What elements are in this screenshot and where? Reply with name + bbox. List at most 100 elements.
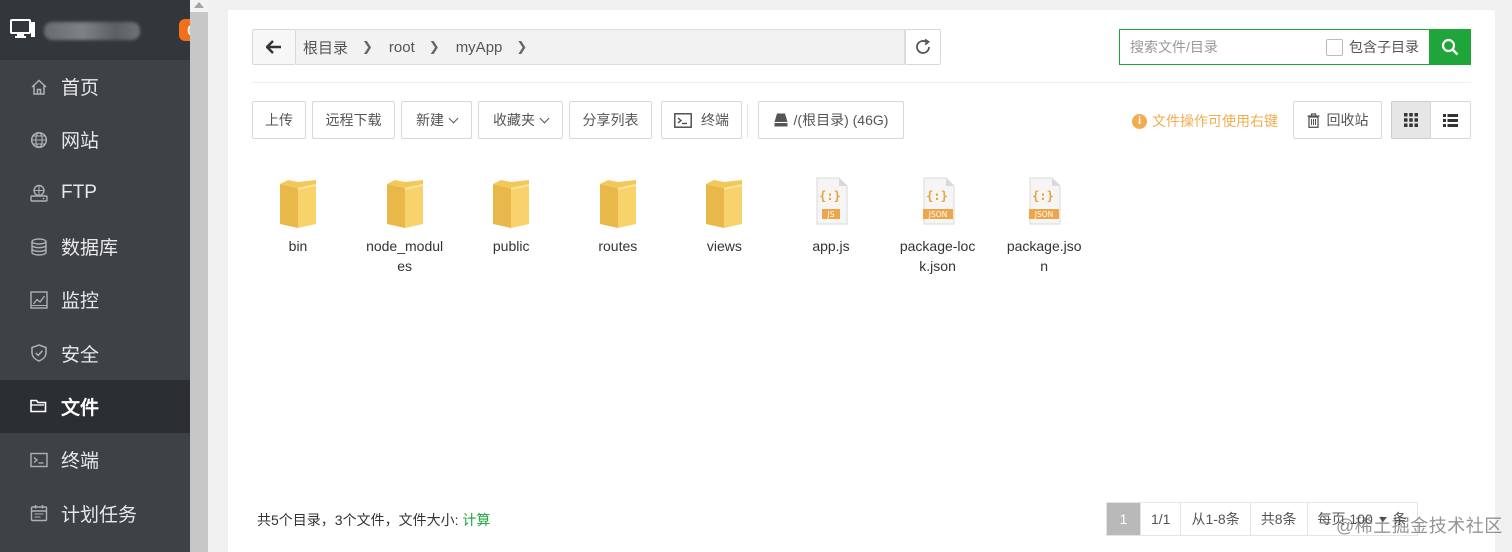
server-monitor-icon	[10, 19, 35, 38]
tip-text: 文件操作可使用右键	[1152, 113, 1278, 129]
sidebar-item[interactable]: 首页	[0, 60, 190, 113]
toolbar-separator	[747, 104, 748, 138]
file-item[interactable]: {:} JSON package-lock.json	[894, 170, 982, 276]
upload-button[interactable]: 上传	[252, 101, 306, 139]
file-name: bin	[288, 238, 308, 254]
arrow-left-icon	[266, 40, 281, 54]
new-dropdown-button[interactable]: 新建	[401, 101, 472, 139]
folder-item[interactable]: node_modules	[361, 170, 449, 276]
sidebar-item-label: 首页	[61, 78, 100, 100]
monitor-chart-icon	[30, 291, 48, 309]
folder-icon	[383, 170, 427, 230]
recycle-bin-button[interactable]: 回收站	[1293, 101, 1382, 139]
favorites-label: 收藏夹	[493, 112, 535, 128]
svg-text:{:}: {:}	[1032, 189, 1054, 203]
sidebar-item[interactable]: FTP	[0, 167, 190, 220]
disk-button[interactable]: /(根目录) (46G)	[758, 101, 904, 139]
file-name: public	[492, 238, 530, 254]
sidebar-item-label: 安全	[61, 344, 100, 366]
chevron-right-icon: ❯	[428, 39, 440, 54]
file-manager-panel: 根目录 ❯ root ❯ myApp ❯ 包含子目录 上传 远程下载 新建 收藏夹 分享列…	[228, 10, 1495, 552]
search-input[interactable]	[1120, 31, 1320, 63]
svg-text:{:}: {:}	[926, 189, 948, 203]
watermark: @稀土掘金技术社区	[1336, 516, 1503, 536]
right-click-tip: i 文件操作可使用右键	[1132, 111, 1278, 131]
breadcrumb-item[interactable]: root ❯	[389, 39, 456, 56]
sidebar-header	[0, 0, 190, 60]
file-item[interactable]: {:} JSON package.json	[1000, 170, 1088, 276]
json-file-icon: {:} JSON	[916, 170, 960, 230]
favorites-dropdown-button[interactable]: 收藏夹	[478, 101, 563, 139]
breadcrumb-label: 根目录	[303, 39, 349, 57]
server-name-blurred	[44, 22, 140, 40]
include-subdir-checkbox[interactable]	[1326, 38, 1343, 56]
recycle-bin-label: 回收站	[1326, 112, 1369, 128]
terminal-label: 终端	[701, 112, 729, 128]
search-button[interactable]	[1429, 30, 1470, 64]
svg-text:JS: JS	[827, 210, 835, 219]
sidebar-item-label: 网站	[61, 131, 100, 153]
folder-item[interactable]: public	[467, 170, 555, 256]
sidebar-item[interactable]: 监控	[0, 273, 190, 326]
shield-icon	[30, 344, 48, 362]
include-subdir-option[interactable]: 包含子目录	[1326, 37, 1419, 57]
chevron-right-icon: ❯	[362, 39, 373, 54]
globe-icon	[30, 131, 48, 149]
sidebar-item[interactable]: 计划任务	[0, 486, 190, 539]
refresh-button[interactable]	[905, 29, 941, 65]
file-name: package.json	[1006, 238, 1082, 274]
sidebar-item-label: 终端	[61, 451, 100, 473]
ftp-icon	[30, 184, 48, 202]
breadcrumb-label: root	[388, 38, 415, 56]
disk-icon	[774, 113, 788, 127]
info-icon: i	[1132, 113, 1147, 129]
sidebar: 0 首页网站FTP数据库监控安全文件终端计划任务	[0, 0, 203, 552]
folder-item[interactable]: views	[680, 170, 768, 256]
search-icon	[1441, 38, 1458, 56]
directory-summary: 共5个目录，3个文件，文件大小: 计算	[257, 510, 490, 530]
refresh-icon	[916, 38, 930, 54]
search-box: 包含子目录	[1119, 29, 1471, 65]
sidebar-item-label: FTP	[61, 182, 97, 204]
folder-item[interactable]: routes	[574, 170, 662, 256]
sidebar-item[interactable]: 安全	[0, 326, 190, 379]
sidebar-nav: 首页网站 FTP 数据库监控安全文件终端计划任务	[0, 60, 190, 540]
calculate-size-link[interactable]: 计算	[462, 512, 490, 528]
list-icon	[1443, 113, 1458, 127]
svg-text:{:}: {:}	[819, 189, 841, 203]
file-name: node_modules	[366, 238, 444, 274]
sidebar-item[interactable]: 终端	[0, 433, 190, 486]
total-count: 共8条	[1251, 503, 1308, 535]
scrollbar-thumb[interactable]	[190, 12, 208, 552]
breadcrumb-item[interactable]: myApp ❯	[456, 39, 544, 56]
file-item[interactable]: {:} JS app.js	[787, 170, 875, 256]
terminal-button[interactable]: 终端	[661, 101, 742, 139]
sidebar-item-label: 计划任务	[61, 504, 138, 526]
remote-download-button[interactable]: 远程下载	[312, 101, 395, 139]
disk-label: /(根目录) (46G)	[793, 112, 889, 128]
folder-icon	[489, 170, 533, 230]
list-view-button[interactable]	[1430, 101, 1471, 139]
page-current[interactable]: 1	[1107, 503, 1141, 535]
folder-icon	[596, 170, 640, 230]
trash-icon	[1307, 112, 1319, 128]
sidebar-item[interactable]: 网站	[0, 113, 190, 166]
grid-icon	[1404, 113, 1418, 127]
svg-text:JSON: JSON	[927, 210, 947, 219]
breadcrumb-item[interactable]: 根目录 ❯	[303, 37, 389, 58]
folder-icon	[702, 170, 746, 230]
sidebar-item-label: 数据库	[61, 238, 119, 260]
home-icon	[30, 78, 48, 96]
folder-item[interactable]: bin	[254, 170, 342, 256]
sidebar-item[interactable]: 数据库	[0, 220, 190, 273]
page-count: 1/1	[1141, 503, 1182, 535]
file-name: package-lock.json	[899, 238, 976, 274]
scroll-up-arrow-icon[interactable]	[194, 2, 204, 8]
sidebar-item-label: 监控	[61, 291, 100, 313]
grid-view-button[interactable]	[1391, 101, 1431, 139]
new-label: 新建	[416, 112, 444, 128]
back-button[interactable]	[252, 29, 296, 65]
sidebar-item[interactable]: 文件	[0, 379, 190, 434]
sidebar-item-label: 文件	[61, 397, 100, 419]
share-list-button[interactable]: 分享列表	[569, 101, 652, 139]
